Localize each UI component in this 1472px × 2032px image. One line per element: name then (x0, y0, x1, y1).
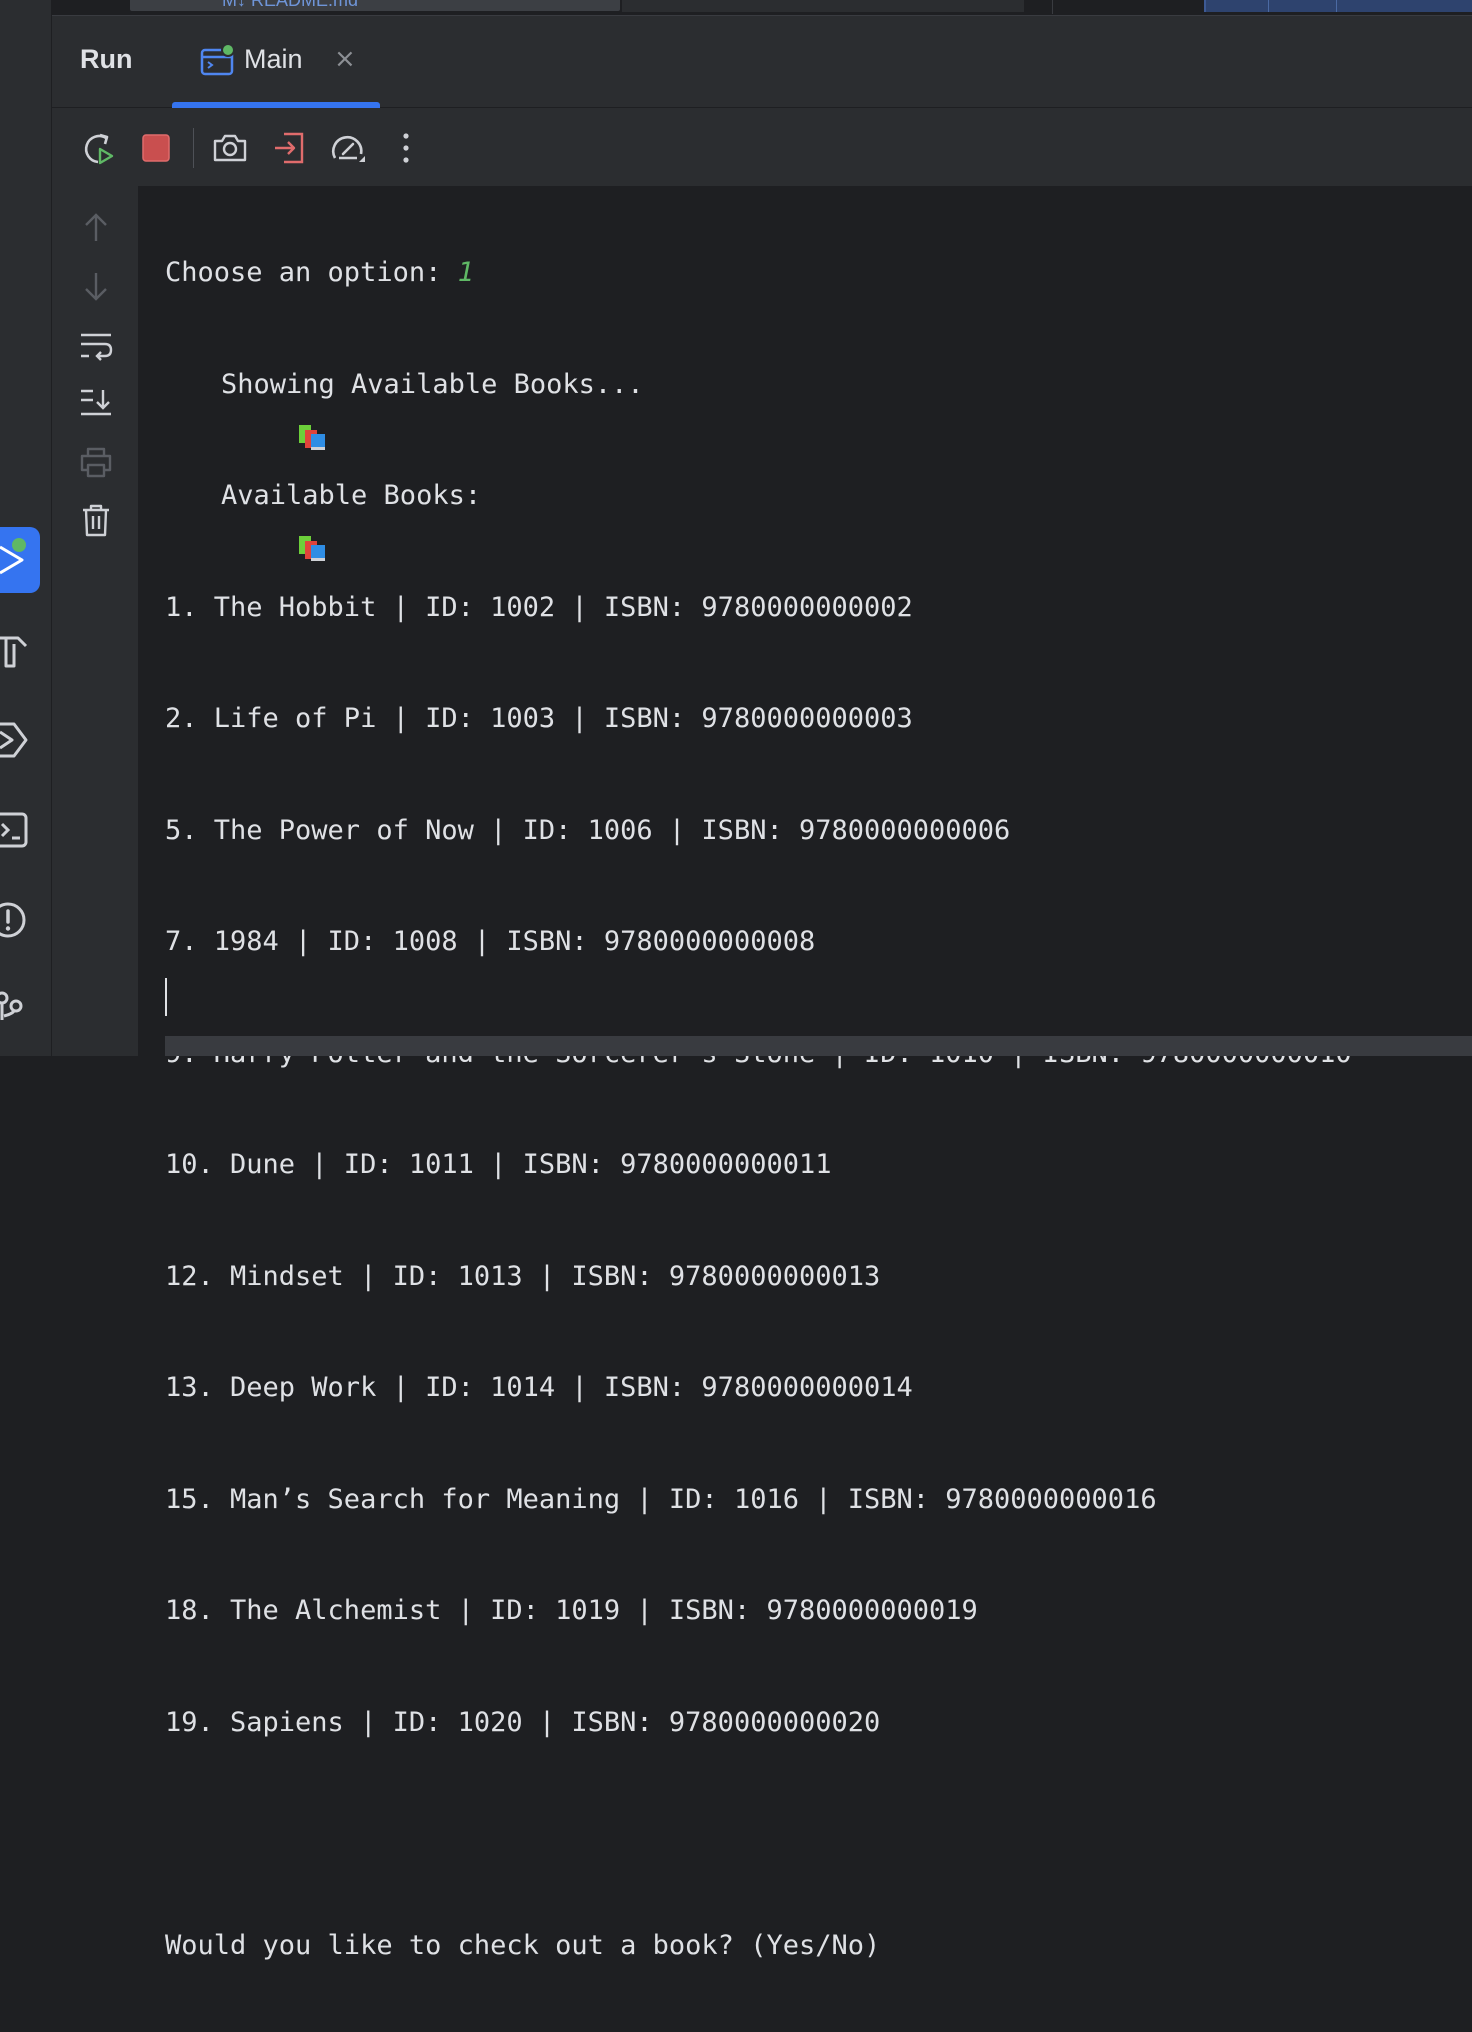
books-emoji-icon (165, 369, 221, 399)
console-line-prompt: Choose an option: 1 (165, 248, 1472, 298)
console-line-text: Showing Available Books... (221, 360, 644, 410)
book-line: 18. The Alchemist | ID: 1019 | ISBN: 978… (165, 1586, 1472, 1636)
screenshot-button[interactable] (210, 128, 250, 168)
trash-icon (81, 503, 111, 537)
run-icon (0, 527, 40, 593)
editor-scrollbar[interactable] (622, 0, 1024, 12)
ide-tool-strip (0, 0, 52, 1056)
build-tool-button[interactable] (0, 622, 40, 678)
user-input-value: 1 (458, 248, 474, 298)
editor-area: M↓ README.md (52, 0, 1472, 16)
scroll-to-end-button[interactable] (76, 382, 116, 422)
run-window-title: Run (80, 44, 132, 75)
horizontal-scrollbar[interactable] (165, 1036, 1472, 1056)
soft-wrap-button[interactable] (76, 326, 116, 366)
scroll-to-end-icon (79, 387, 113, 417)
books-emoji-icon (165, 481, 221, 511)
console-output[interactable]: Choose an option: 1 Showing Available Bo… (138, 186, 1472, 1056)
services-icon (0, 712, 40, 768)
tab-main-label: Main (244, 44, 303, 75)
book-line: 7. 1984 | ID: 1008 | ISBN: 9780000000008 (165, 917, 1472, 967)
hammer-icon (0, 622, 40, 678)
tab-main[interactable]: Main × (172, 16, 380, 108)
editor-side-panel (1204, 0, 1472, 12)
close-icon[interactable]: × (334, 46, 356, 72)
run-tool-button[interactable] (0, 527, 40, 593)
services-tool-button[interactable] (0, 712, 40, 768)
scroll-up-button[interactable] (76, 208, 116, 248)
toolbar-separator (193, 128, 194, 168)
checkout-question: Would you like to check out a book? (Yes… (165, 1921, 1472, 1971)
application-window-icon (200, 44, 236, 82)
clear-all-button[interactable] (76, 500, 116, 540)
problems-tool-button[interactable] (0, 892, 40, 948)
git-tool-button[interactable] (0, 978, 40, 1034)
book-line: 10. Dune | ID: 1011 | ISBN: 978000000001… (165, 1140, 1472, 1190)
book-line: 15. Man’s Search for Meaning | ID: 1016 … (165, 1475, 1472, 1525)
editor-tab[interactable]: M↓ README.md (130, 0, 620, 11)
camera-icon (212, 132, 248, 164)
more-vertical-icon (401, 132, 411, 164)
soft-wrap-icon (79, 331, 113, 361)
text-caret[interactable] (165, 978, 167, 1016)
rerun-button[interactable] (78, 128, 118, 168)
more-options-button[interactable] (386, 128, 426, 168)
arrow-down-icon (81, 270, 111, 302)
editor-tab-label: M↓ README.md (222, 0, 358, 11)
console-line: Showing Available Books... (165, 360, 1472, 410)
terminal-icon (0, 802, 40, 858)
book-line: 13. Deep Work | ID: 1014 | ISBN: 9780000… (165, 1363, 1472, 1413)
book-line: 1. The Hobbit | ID: 1002 | ISBN: 9780000… (165, 583, 1472, 633)
git-icon (0, 978, 40, 1034)
print-button[interactable] (76, 442, 116, 482)
stop-button[interactable] (136, 128, 176, 168)
book-line: 5. The Power of Now | ID: 1006 | ISBN: 9… (165, 806, 1472, 856)
book-line: 19. Sapiens | ID: 1020 | ISBN: 978000000… (165, 1698, 1472, 1748)
scroll-down-button[interactable] (76, 266, 116, 306)
console-blank-line (165, 1809, 1472, 1859)
book-line: 2. Life of Pi | ID: 1003 | ISBN: 9780000… (165, 694, 1472, 744)
exit-button[interactable] (270, 128, 310, 168)
problems-icon (0, 892, 40, 948)
terminal-tool-button[interactable] (0, 802, 40, 858)
arrow-up-icon (81, 212, 111, 244)
profiler-button[interactable] (328, 128, 368, 168)
printer-icon (79, 446, 113, 478)
speedometer-icon (329, 130, 367, 166)
rerun-icon (80, 130, 116, 166)
console-line: Available Books: (165, 471, 1472, 521)
exit-icon (272, 130, 308, 166)
book-line: 12. Mindset | ID: 1013 | ISBN: 978000000… (165, 1252, 1472, 1302)
run-window-header: Run Main × (52, 16, 1472, 108)
console-gutter (52, 186, 138, 1056)
run-toolbar (52, 108, 1472, 186)
editor-divider (1052, 0, 1053, 14)
stop-icon (141, 133, 171, 163)
prompt-text: Choose an option: (165, 248, 458, 298)
